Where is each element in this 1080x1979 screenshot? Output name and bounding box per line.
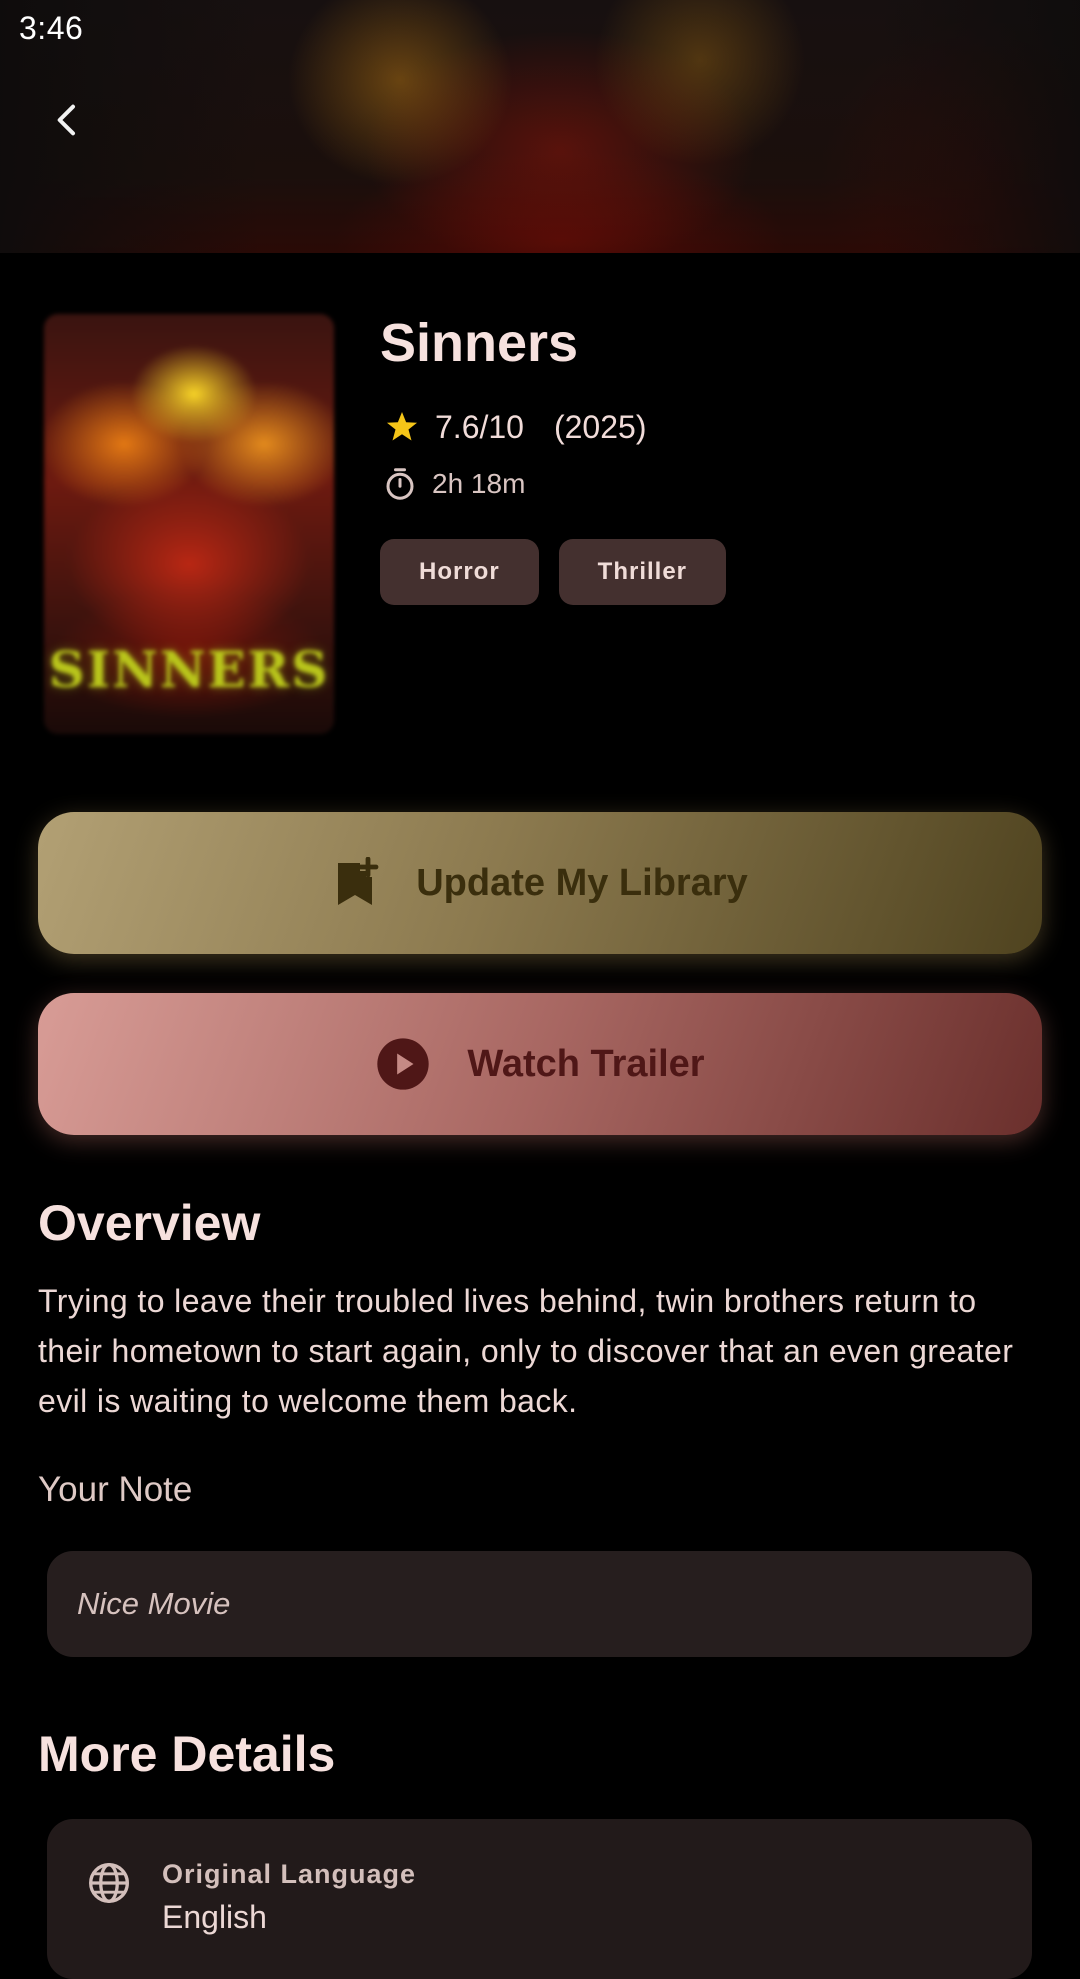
watch-trailer-label: Watch Trailer xyxy=(467,1042,705,1085)
overview-text: Trying to leave their troubled lives beh… xyxy=(38,1283,1014,1419)
details-card: Original Language English xyxy=(47,1819,1032,1979)
release-year: (2025) xyxy=(553,408,647,445)
rating-value: 7.6/10 xyxy=(435,408,524,445)
status-bar-time: 3:46 xyxy=(19,10,84,46)
note-value: Nice Movie xyxy=(77,1586,231,1621)
backdrop-image xyxy=(0,0,1080,253)
timer-icon xyxy=(386,468,414,500)
movie-title: Sinners xyxy=(380,313,579,373)
rating-row: 7.6/10 (2025) xyxy=(383,408,646,446)
play-circle-icon xyxy=(377,1038,430,1090)
note-label: Your Note xyxy=(38,1470,193,1509)
poster-title-text: SINNERS xyxy=(48,640,330,699)
star-icon xyxy=(386,411,418,441)
detail-value: English xyxy=(162,1899,267,1935)
update-library-button[interactable]: Update My Library xyxy=(38,812,1042,954)
watch-trailer-button[interactable]: Watch Trailer xyxy=(38,993,1042,1135)
runtime-value: 2h 18m xyxy=(432,468,526,499)
more-details-heading: More Details xyxy=(38,1726,336,1782)
globe-icon xyxy=(89,1863,129,1903)
genre-chips: Horror Thriller xyxy=(380,539,727,605)
detail-label: Original Language xyxy=(162,1859,417,1889)
runtime-row: 2h 18m xyxy=(382,466,525,502)
back-button[interactable] xyxy=(40,92,96,148)
bookmark-add-icon xyxy=(338,857,379,905)
note-field[interactable]: Nice Movie xyxy=(47,1551,1032,1657)
movie-poster: SINNERS xyxy=(44,314,334,734)
overview-heading: Overview xyxy=(38,1195,261,1251)
update-library-label: Update My Library xyxy=(416,861,748,904)
genre-chip[interactable]: Horror xyxy=(380,539,539,605)
genre-chip[interactable]: Thriller xyxy=(558,539,727,605)
chevron-left-icon xyxy=(57,104,75,136)
